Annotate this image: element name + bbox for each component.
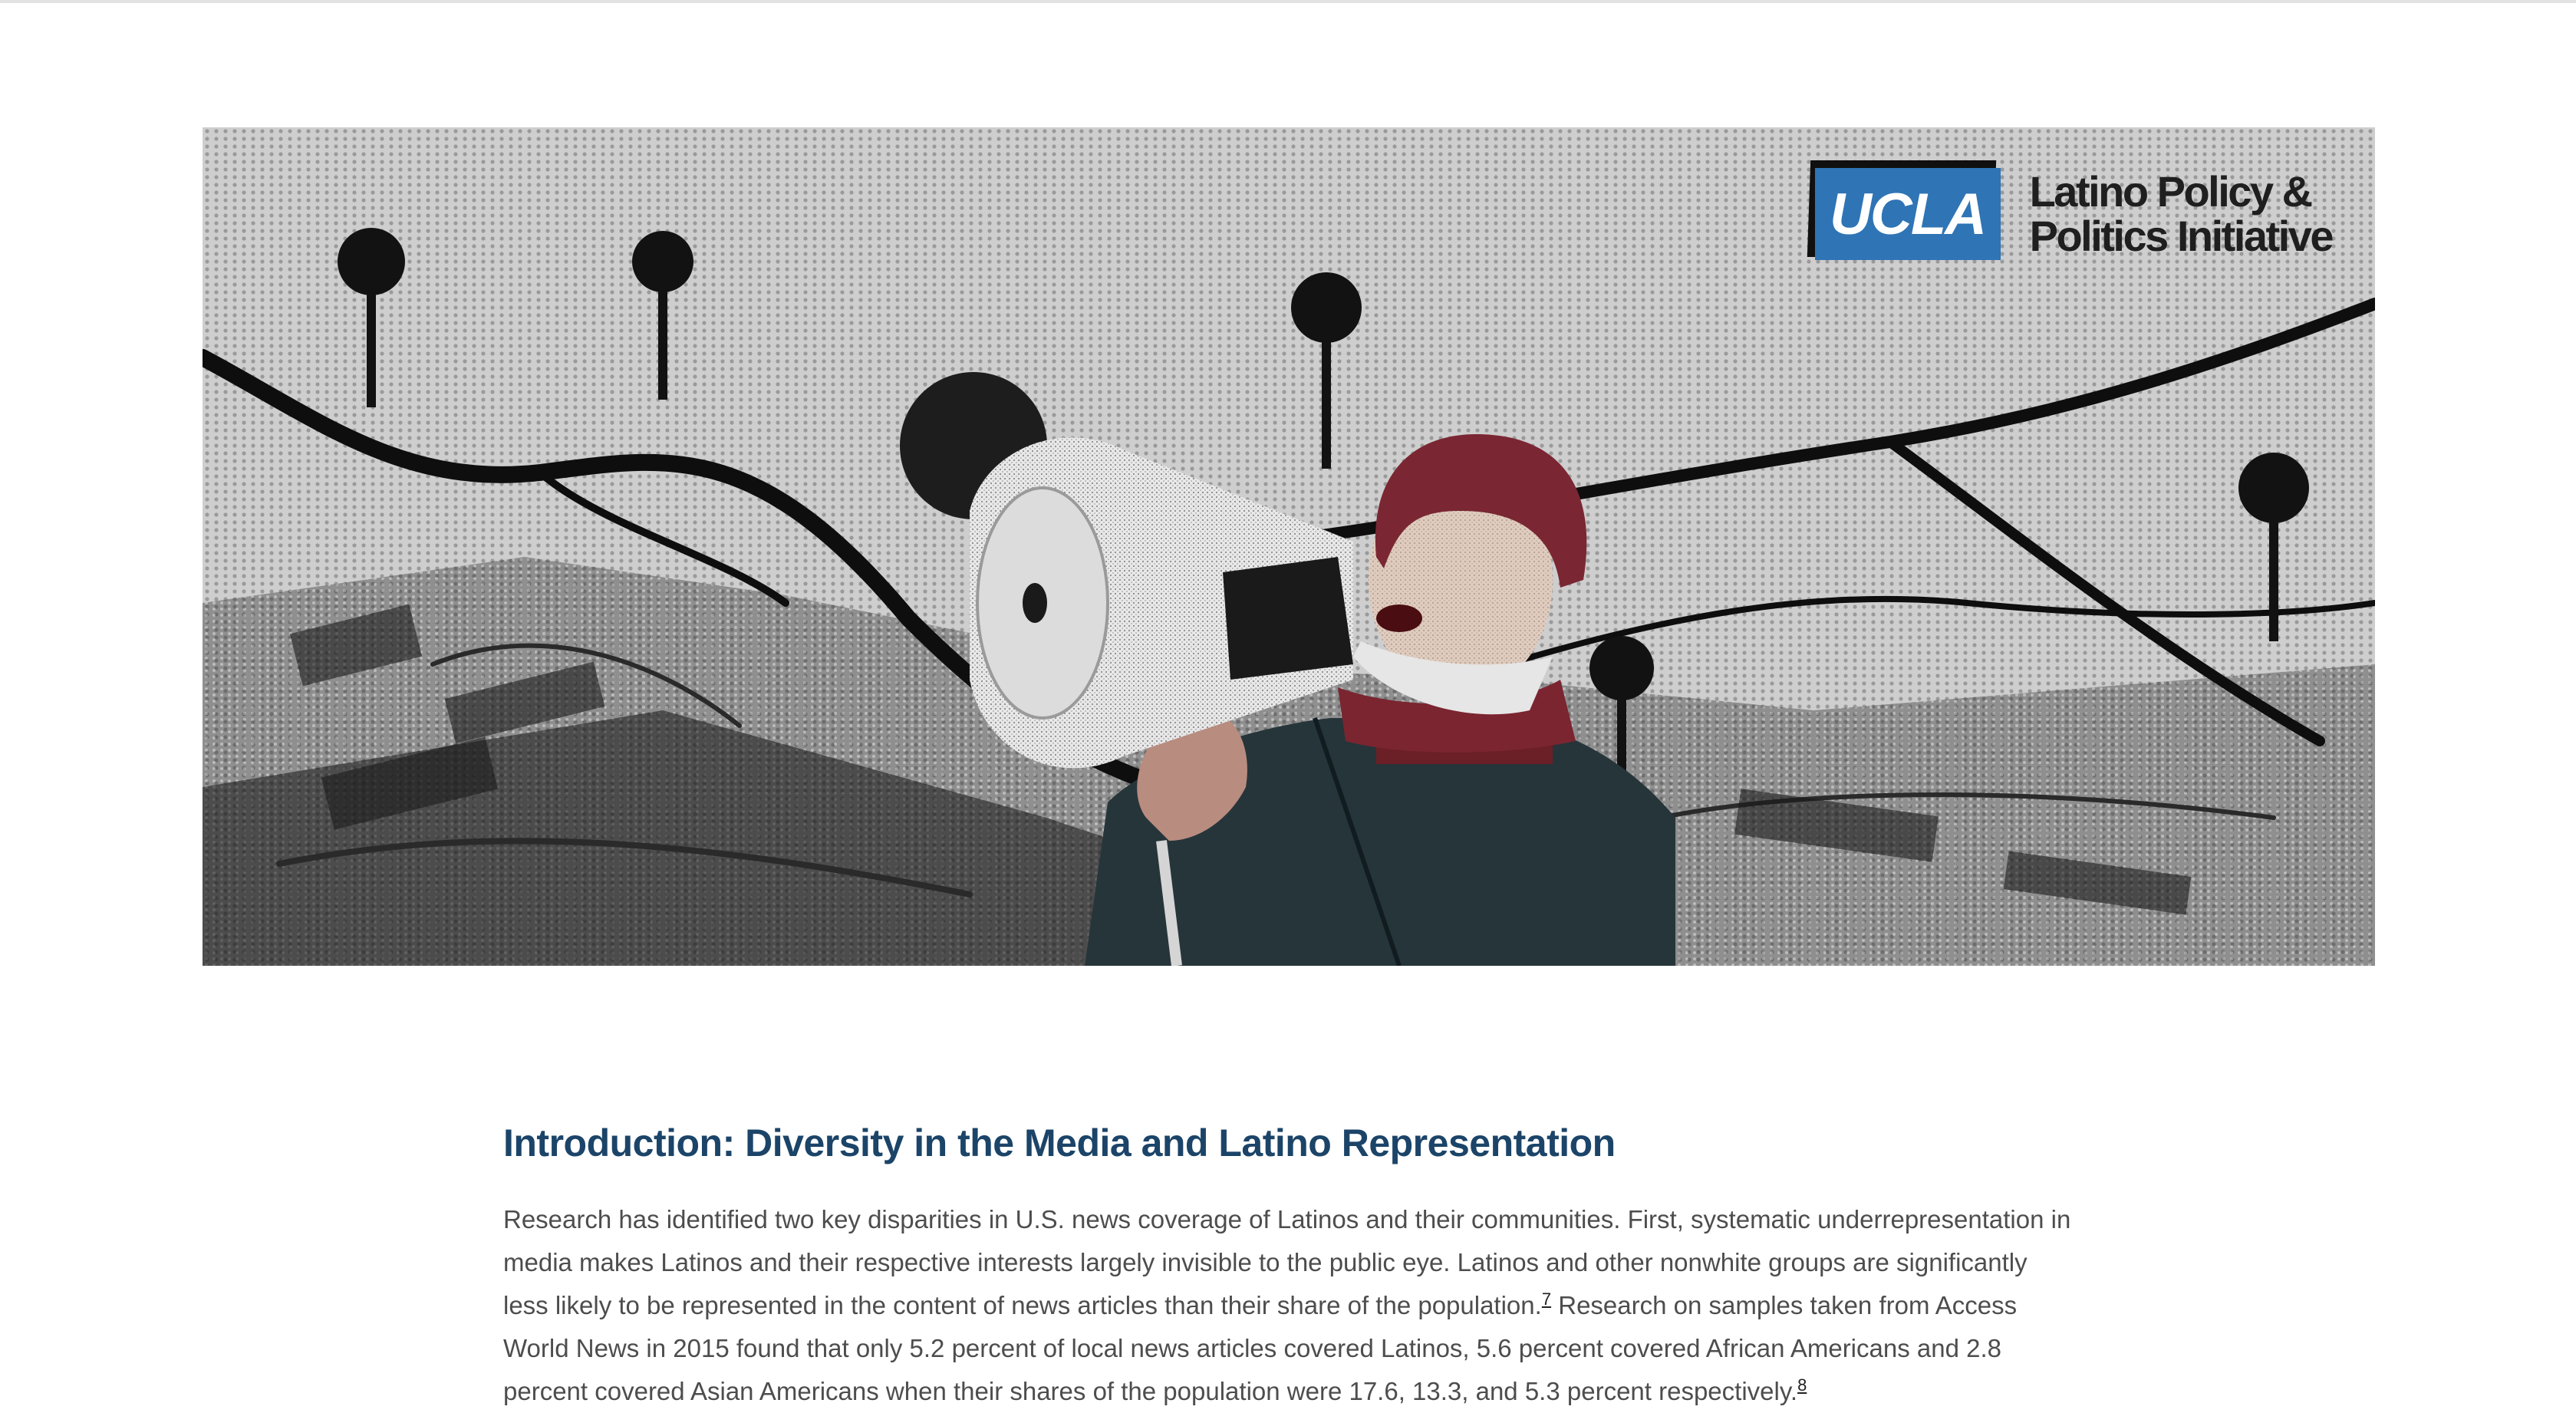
footnote-8-link[interactable]: 8 <box>1797 1375 1807 1395</box>
ucla-wordmark: UCLA <box>1814 168 2001 260</box>
hero-banner: UCLA Latino Policy & Politics Initiative <box>203 127 2375 966</box>
org-name-line-2: Politics Initiative <box>2029 212 2334 260</box>
section-heading: Introduction: Diversity in the Media and… <box>503 1122 1616 1164</box>
footnote-7: 7 <box>1542 1289 1551 1309</box>
org-name-line-1: Latino Policy & <box>2029 167 2314 216</box>
top-divider <box>0 0 2576 3</box>
ucla-badge: UCLA <box>1807 160 2001 268</box>
article-paragraph: Research has identified two key disparit… <box>503 1198 2076 1413</box>
org-name: Latino Policy & Politics Initiative <box>2029 167 2334 260</box>
footnote-7-link[interactable]: 7 <box>1542 1289 1551 1309</box>
article-section: Introduction: Diversity in the Media and… <box>503 1120 2076 1413</box>
ucla-lppi-logo: UCLA Latino Policy & Politics Initiative <box>1807 156 2334 272</box>
footnote-8: 8 <box>1797 1375 1807 1395</box>
